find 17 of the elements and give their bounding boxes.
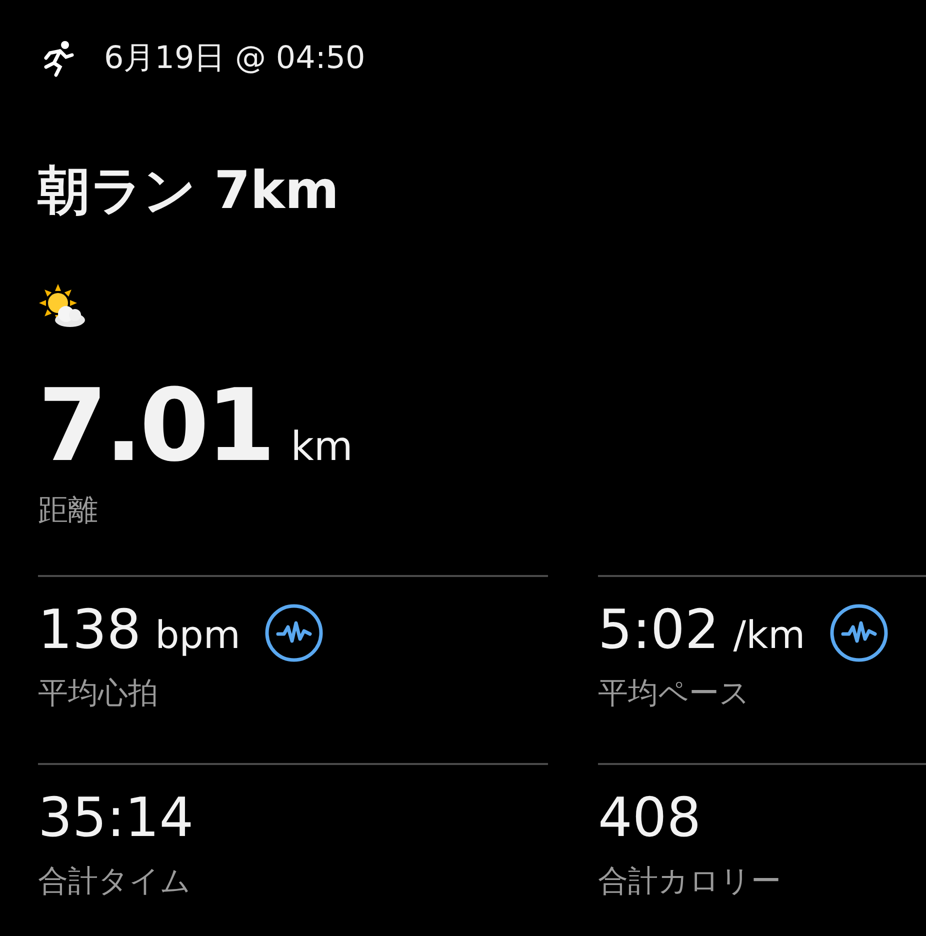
stat-unit: bpm <box>155 613 240 658</box>
distance-label: 距離 <box>38 492 99 530</box>
stat-label: 合計タイム <box>38 863 192 902</box>
stat-unit: /km <box>733 613 806 658</box>
stat-value: 5:02 <box>598 603 720 658</box>
stat-value: 35:14 <box>38 791 194 846</box>
heart-rate-icon[interactable] <box>829 603 890 664</box>
date-time: 6月19日 @ 04:50 <box>104 39 366 78</box>
stat-label: 平均ペース <box>598 675 751 714</box>
stat-value: 138 <box>38 603 142 658</box>
stat-label: 平均心拍 <box>38 675 159 714</box>
stat-label: 合計カロリー <box>598 863 782 902</box>
distance-unit: km <box>290 427 353 468</box>
activity-title: 朝ラン 7km <box>38 160 340 222</box>
distance-value: 7.01 <box>38 376 273 476</box>
stat-value: 408 <box>598 791 702 846</box>
heart-rate-icon[interactable] <box>264 603 324 664</box>
